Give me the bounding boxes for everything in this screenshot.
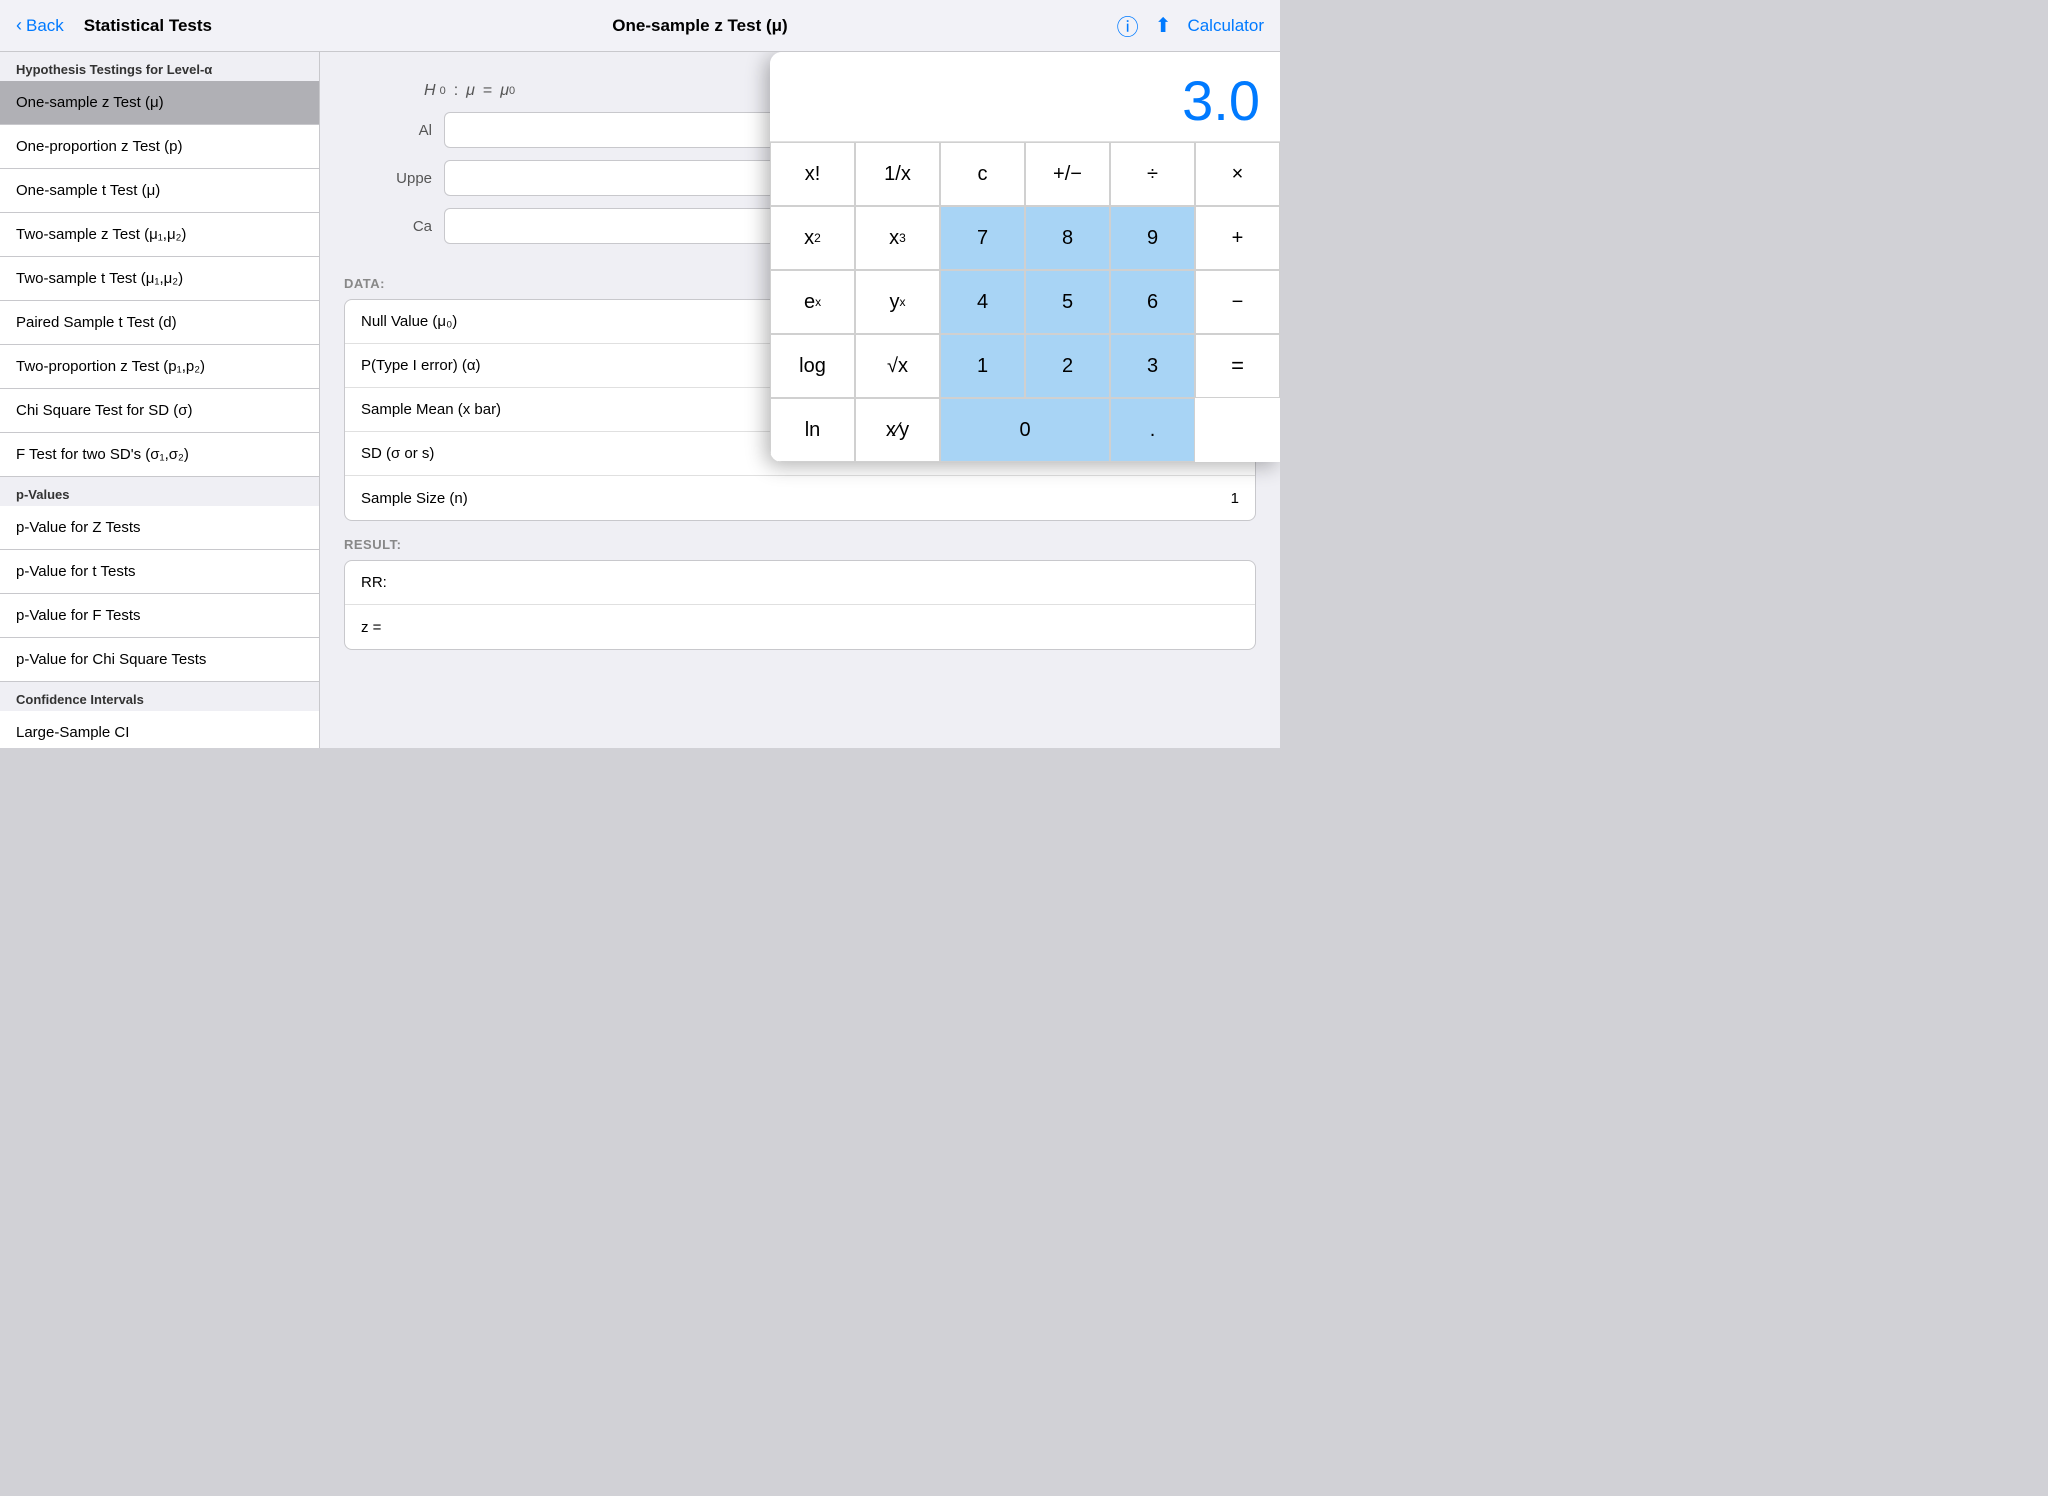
alt-label: Al bbox=[344, 122, 444, 139]
sidebar-item-one-proportion-z[interactable]: One-proportion z Test (p) bbox=[0, 125, 319, 169]
ca-label: Ca bbox=[344, 218, 444, 235]
section-header-ci: Confidence Intervals bbox=[0, 682, 319, 711]
calc-btn-log[interactable]: log bbox=[770, 334, 855, 398]
calc-btn-square[interactable]: x2 bbox=[770, 206, 855, 270]
sidebar-item-one-sample-t[interactable]: One-sample t Test (μ) bbox=[0, 169, 319, 213]
sidebar-item-label: Paired Sample t Test (d) bbox=[16, 314, 177, 331]
calc-btn-cube[interactable]: x3 bbox=[855, 206, 940, 270]
sidebar-item-label: p-Value for Z Tests bbox=[16, 519, 141, 536]
sidebar-item-label: Large-Sample CI bbox=[16, 724, 129, 741]
calc-btn-exp[interactable]: ex bbox=[770, 270, 855, 334]
sidebar-item-two-sample-z[interactable]: Two-sample z Test (μ₁,μ₂) bbox=[0, 213, 319, 257]
calc-btn-multiply[interactable]: × bbox=[1195, 142, 1280, 206]
calc-btn-1[interactable]: 1 bbox=[940, 334, 1025, 398]
sidebar-item-two-sample-t[interactable]: Two-sample t Test (μ₁,μ₂) bbox=[0, 257, 319, 301]
calc-btn-3[interactable]: 3 bbox=[1110, 334, 1195, 398]
section-header-pvalues: p-Values bbox=[0, 477, 319, 506]
calc-btn-yx[interactable]: yx bbox=[855, 270, 940, 334]
upper-label: Uppe bbox=[344, 170, 444, 187]
sidebar-item-pvalue-t[interactable]: p-Value for t Tests bbox=[0, 550, 319, 594]
sidebar-item-label: F Test for two SD's (σ₁,σ₂) bbox=[16, 446, 189, 463]
sidebar-item-label: One-sample t Test (μ) bbox=[16, 182, 160, 199]
calc-btn-ln[interactable]: ln bbox=[770, 398, 855, 462]
sidebar-item-one-sample-z[interactable]: One-sample z Test (μ) bbox=[0, 81, 319, 125]
calc-btn-8[interactable]: 8 bbox=[1025, 206, 1110, 270]
calc-btn-9[interactable]: 9 bbox=[1110, 206, 1195, 270]
calc-btn-divide[interactable]: ÷ bbox=[1110, 142, 1195, 206]
calc-btn-dot[interactable]: . bbox=[1110, 398, 1195, 462]
calc-btn-sqrt[interactable]: √x bbox=[855, 334, 940, 398]
sidebar-item-paired-sample-t[interactable]: Paired Sample t Test (d) bbox=[0, 301, 319, 345]
sidebar-item-pvalue-z[interactable]: p-Value for Z Tests bbox=[0, 506, 319, 550]
calculator-button[interactable]: Calculator bbox=[1187, 16, 1264, 36]
main-layout: Hypothesis Testings for Level-α One-samp… bbox=[0, 52, 1280, 748]
result-table: RR: z = bbox=[344, 560, 1256, 650]
sidebar-item-label: p-Value for Chi Square Tests bbox=[16, 651, 206, 668]
data-label-null-value: Null Value (μ₀) bbox=[361, 313, 457, 330]
page-title: One-sample z Test (μ) bbox=[612, 16, 787, 35]
sidebar-item-f-test-sd[interactable]: F Test for two SD's (σ₁,σ₂) bbox=[0, 433, 319, 477]
sidebar-item-two-proportion-z[interactable]: Two-proportion z Test (p₁,p₂) bbox=[0, 345, 319, 389]
calc-btn-reciprocal[interactable]: 1/x bbox=[855, 142, 940, 206]
sidebar: Hypothesis Testings for Level-α One-samp… bbox=[0, 52, 320, 748]
null-hypothesis-label: H bbox=[424, 82, 436, 100]
calc-btn-5[interactable]: 5 bbox=[1025, 270, 1110, 334]
calc-btn-xy-divide[interactable]: x∕y bbox=[855, 398, 940, 462]
calc-btn-4[interactable]: 4 bbox=[940, 270, 1025, 334]
data-label-type-i-error: P(Type I error) (α) bbox=[361, 357, 481, 374]
result-section-label: RESULT: bbox=[344, 537, 1256, 552]
section-header-hypothesis: Hypothesis Testings for Level-α bbox=[0, 52, 319, 81]
data-label-sample-size: Sample Size (n) bbox=[361, 490, 468, 507]
result-label-z: z = bbox=[361, 619, 381, 636]
sidebar-item-label: Two-sample z Test (μ₁,μ₂) bbox=[16, 226, 186, 243]
header-left: ‹ Back Statistical Tests bbox=[16, 15, 336, 36]
sidebar-item-label: Two-proportion z Test (p₁,p₂) bbox=[16, 358, 205, 375]
result-row-rr: RR: bbox=[345, 561, 1255, 605]
data-row-sample-size[interactable]: Sample Size (n) 1 bbox=[345, 476, 1255, 520]
result-label-rr: RR: bbox=[361, 574, 387, 591]
calc-btn-7[interactable]: 7 bbox=[940, 206, 1025, 270]
calc-btn-6[interactable]: 6 bbox=[1110, 270, 1195, 334]
sidebar-item-pvalue-f[interactable]: p-Value for F Tests bbox=[0, 594, 319, 638]
calc-btn-factorial[interactable]: x! bbox=[770, 142, 855, 206]
result-row-z: z = bbox=[345, 605, 1255, 649]
info-icon[interactable]: ⓘ bbox=[1117, 10, 1139, 42]
back-button[interactable]: Back bbox=[26, 16, 64, 36]
sidebar-item-pvalue-chisquare[interactable]: p-Value for Chi Square Tests bbox=[0, 638, 319, 682]
sidebar-title: Statistical Tests bbox=[84, 16, 212, 35]
calc-btn-plus[interactable]: + bbox=[1195, 206, 1280, 270]
calc-btn-plus-minus[interactable]: +/− bbox=[1025, 142, 1110, 206]
calc-btn-minus[interactable]: − bbox=[1195, 270, 1280, 334]
content-area: H 0 : μ = μ 0 Al Uppe Ca bbox=[320, 52, 1280, 748]
calc-btn-equals[interactable]: = bbox=[1195, 334, 1280, 398]
data-label-sample-mean: Sample Mean (x bar) bbox=[361, 401, 501, 418]
calc-btn-2[interactable]: 2 bbox=[1025, 334, 1110, 398]
calc-btn-0[interactable]: 0 bbox=[940, 398, 1110, 462]
back-chevron-icon: ‹ bbox=[16, 15, 22, 36]
sidebar-item-chi-square-sd[interactable]: Chi Square Test for SD (σ) bbox=[0, 389, 319, 433]
data-value-sample-size: 1 bbox=[1231, 490, 1239, 507]
sidebar-item-label: Two-sample t Test (μ₁,μ₂) bbox=[16, 270, 183, 287]
sidebar-item-label: p-Value for F Tests bbox=[16, 607, 141, 624]
header-right: ⓘ ⬆ Calculator bbox=[1064, 10, 1264, 42]
calculator-display: 3.0 bbox=[770, 52, 1280, 142]
app-header: ‹ Back Statistical Tests One-sample z Te… bbox=[0, 0, 1280, 52]
calc-btn-clear[interactable]: c bbox=[940, 142, 1025, 206]
header-center: One-sample z Test (μ) bbox=[336, 16, 1064, 36]
calculator-popup: 3.0 x! 1/x c +/− ÷ × x2 x3 7 8 9 + ex yx… bbox=[770, 52, 1280, 462]
sidebar-item-label: One-proportion z Test (p) bbox=[16, 138, 182, 155]
calculator-grid: x! 1/x c +/− ÷ × x2 x3 7 8 9 + ex yx 4 5… bbox=[770, 142, 1280, 462]
data-label-sd: SD (σ or s) bbox=[361, 445, 434, 462]
sidebar-item-label: p-Value for t Tests bbox=[16, 563, 136, 580]
sidebar-item-label: One-sample z Test (μ) bbox=[16, 94, 164, 111]
share-icon[interactable]: ⬆ bbox=[1155, 13, 1172, 38]
sidebar-item-label: Chi Square Test for SD (σ) bbox=[16, 402, 193, 419]
sidebar-item-large-sample-ci[interactable]: Large-Sample CI bbox=[0, 711, 319, 748]
